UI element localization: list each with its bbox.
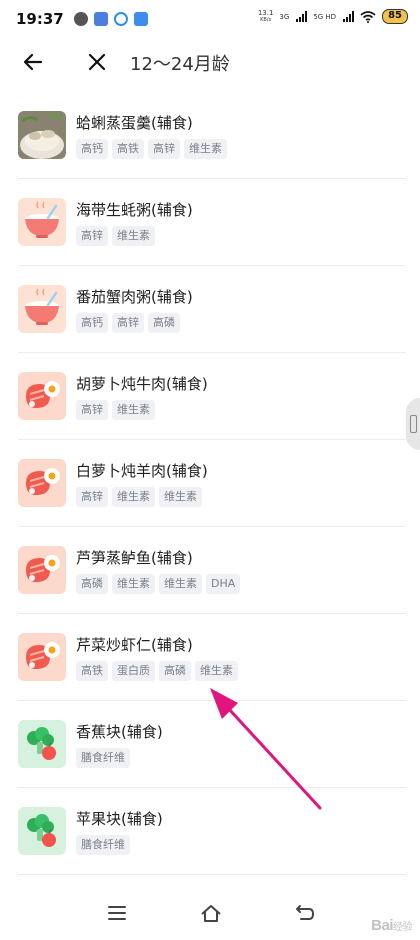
nutrient-tag: 维生素 [195, 661, 238, 681]
nutrient-tag: 维生素 [112, 574, 155, 594]
app-notification-icon [73, 12, 88, 26]
tag-list: 膳食纤维 [76, 748, 130, 768]
vegetable-icon [18, 720, 66, 768]
nutrient-tag: 高锌 [76, 226, 108, 246]
food-name: 白萝卜炖羊肉(辅食) [76, 462, 208, 480]
battery-indicator: 85 [382, 9, 408, 24]
nutrient-tag: 膳食纤维 [76, 835, 130, 855]
back-arrow-icon[interactable] [20, 49, 46, 75]
food-list: 蛤蜊蒸蛋羹(辅食) 高钙 高铁 高锌 维生素 海带生蚝粥(辅食) 高锌 维生素 [0, 92, 420, 875]
signal-icon-2 [343, 11, 355, 22]
home-icon[interactable] [198, 900, 224, 926]
list-item[interactable]: 芹菜炒虾仁(辅食) 高铁 蛋白质 高磷 维生素 [0, 614, 420, 701]
tag-list: 高锌 维生素 [76, 400, 155, 420]
nutrient-tag: 高锌 [148, 139, 180, 159]
nutrient-tag: 高钙 [76, 139, 108, 159]
tag-list: 高钙 高锌 高磷 [76, 313, 180, 333]
tag-list: 高铁 蛋白质 高磷 维生素 [76, 661, 238, 681]
list-item[interactable]: 芦笋蒸鲈鱼(辅食) 高磷 维生素 维生素 DHA [0, 527, 420, 614]
nutrient-tag: 高磷 [159, 661, 191, 681]
handle-icon [410, 415, 417, 433]
nutrient-tag: 蛋白质 [112, 661, 155, 681]
notification-icons [73, 12, 148, 26]
tag-list: 高锌 维生素 [76, 226, 155, 246]
nutrient-tag: 高磷 [148, 313, 180, 333]
net-speed-value: 13.1 [257, 8, 274, 17]
status-bar: 19:37 13.1 KB/s 3G 5G HD 85 [0, 0, 420, 38]
net-speed-unit: KB/s [260, 16, 272, 23]
meat-egg-icon [18, 372, 66, 420]
plane-app-icon [93, 12, 108, 26]
nutrient-tag: 高铁 [76, 661, 108, 681]
nutrient-tag: 高锌 [76, 487, 108, 507]
top-bar: 12～24月龄 [0, 38, 420, 86]
tag-list: 膳食纤维 [76, 835, 130, 855]
menu-icon[interactable] [104, 900, 130, 926]
food-name: 胡萝卜炖牛肉(辅食) [76, 375, 208, 393]
browser-app-icon [113, 12, 128, 26]
list-item[interactable]: 蛤蜊蒸蛋羹(辅食) 高钙 高铁 高锌 维生素 [0, 92, 420, 179]
nutrient-tag: 高磷 [76, 574, 108, 594]
meat-egg-icon [18, 459, 66, 507]
side-drawer-handle[interactable] [406, 398, 420, 450]
nutrient-tag: 高锌 [76, 400, 108, 420]
nutrient-tag: 维生素 [159, 574, 202, 594]
list-item[interactable]: 番茄蟹肉粥(辅食) 高钙 高锌 高磷 [0, 266, 420, 353]
nutrient-tag: DHA [206, 574, 241, 594]
watermark-sub: 经验 [393, 922, 413, 933]
porridge-bowl-icon [18, 285, 66, 333]
status-right: 13.1 KB/s 3G 5G HD 85 [258, 9, 408, 24]
clam-egg-photo [18, 111, 66, 159]
nutrient-tag: 维生素 [112, 400, 155, 420]
nutrient-tag: 高钙 [76, 313, 108, 333]
nutrient-tag: 膳食纤维 [76, 748, 130, 768]
wifi-icon [360, 10, 376, 23]
food-name: 海带生蚝粥(辅食) [76, 201, 193, 219]
watermark: Bai经验 [371, 917, 412, 934]
list-item[interactable]: 香蕉块(辅食) 膳食纤维 [0, 701, 420, 788]
close-icon[interactable] [84, 49, 110, 75]
page-title: 12～24月龄 [130, 54, 230, 75]
meat-egg-icon [18, 633, 66, 681]
system-nav-bar: Bai经验 [0, 890, 420, 940]
food-name: 蛤蜊蒸蛋羹(辅食) [76, 114, 193, 132]
food-name: 芹菜炒虾仁(辅食) [76, 636, 193, 654]
tag-list: 高磷 维生素 维生素 DHA [76, 574, 241, 594]
watermark-main: Bai [371, 917, 393, 934]
net-speed: 13.1 KB/s [257, 8, 274, 24]
porridge-bowl-icon [18, 198, 66, 246]
meat-egg-icon [18, 546, 66, 594]
list-item[interactable]: 海带生蚝粥(辅食) 高锌 维生素 [0, 179, 420, 266]
vegetable-icon [18, 807, 66, 855]
nutrient-tag: 高锌 [112, 313, 144, 333]
food-name: 苹果块(辅食) [76, 810, 163, 828]
nutrient-tag: 维生素 [184, 139, 227, 159]
nutrient-tag: 维生素 [159, 487, 202, 507]
nutrient-tag: 高铁 [112, 139, 144, 159]
nutrient-tag: 维生素 [112, 226, 155, 246]
signal-label-2: 5G HD [313, 12, 337, 21]
list-item[interactable]: 白萝卜炖羊肉(辅食) 高锌 维生素 维生素 [0, 440, 420, 527]
status-time: 19:37 [16, 10, 64, 28]
food-name: 香蕉块(辅食) [76, 723, 163, 741]
food-name: 芦笋蒸鲈鱼(辅食) [76, 549, 193, 567]
signal-icon [296, 11, 308, 22]
food-name: 番茄蟹肉粥(辅食) [76, 288, 193, 306]
list-item[interactable]: 苹果块(辅食) 膳食纤维 [0, 788, 420, 875]
translate-app-icon [133, 12, 148, 26]
list-item[interactable]: 胡萝卜炖牛肉(辅食) 高锌 维生素 [0, 353, 420, 440]
tag-list: 高锌 维生素 维生素 [76, 487, 202, 507]
nutrient-tag: 维生素 [112, 487, 155, 507]
signal-label-1: 3G [279, 12, 290, 21]
tag-list: 高钙 高铁 高锌 维生素 [76, 139, 227, 159]
back-nav-icon[interactable] [292, 900, 318, 926]
